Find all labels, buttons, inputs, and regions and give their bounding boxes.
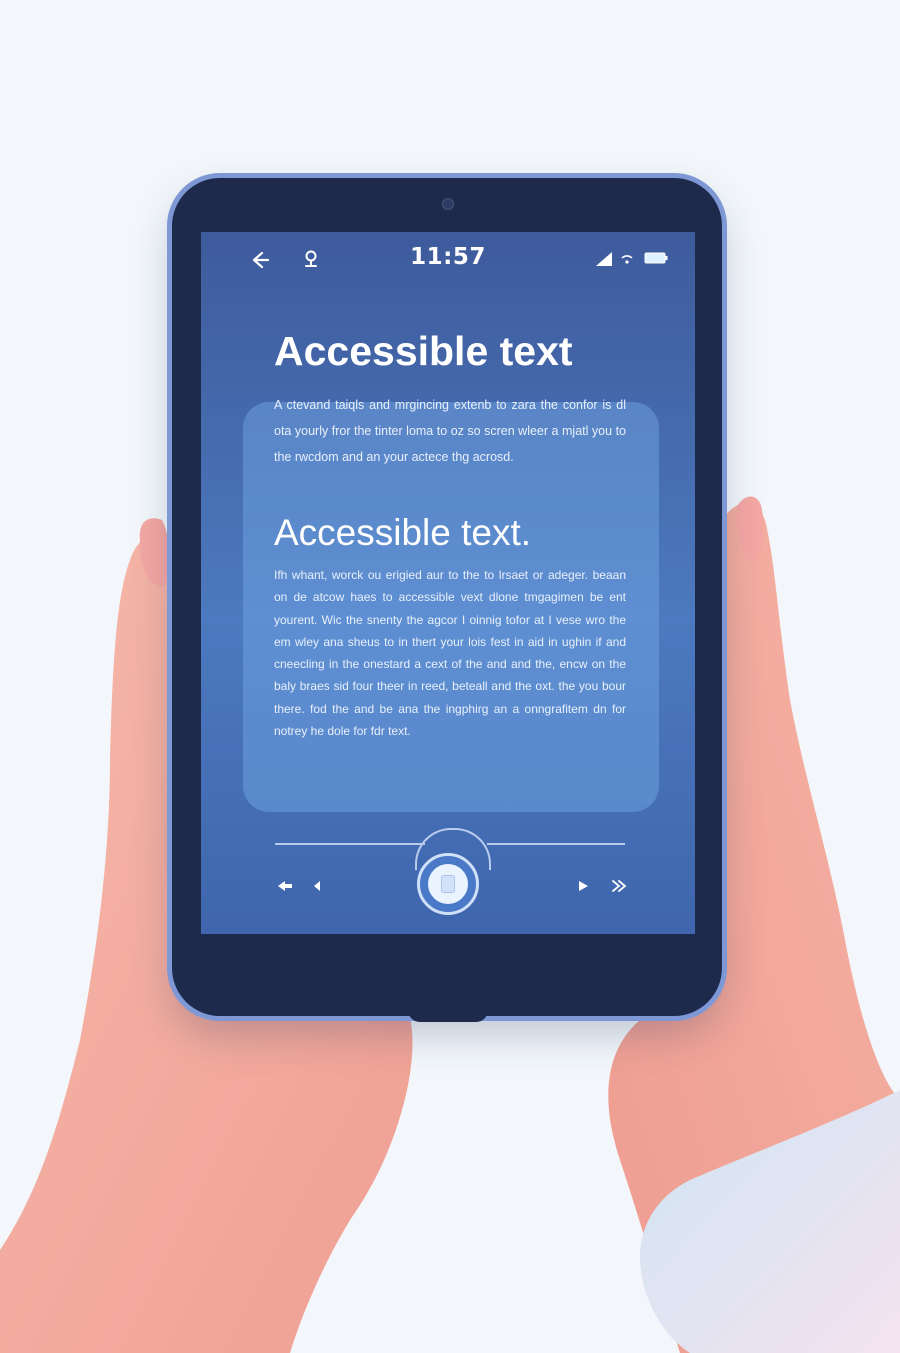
wifi-icon: [619, 250, 635, 268]
paragraph-intro: A ctevand taiqls and mrgincing extenb to…: [274, 398, 626, 464]
tablet-bottom-notch: [408, 1006, 488, 1022]
illustration-scene: 11:57 Accessible text A ctevand taiqls a…: [0, 0, 900, 1353]
heading-accessible-text: Accessible text: [274, 328, 573, 374]
paragraph-body: Ifh whant, worck ou erigied aur to the t…: [274, 568, 626, 739]
tablet-screen: 11:57 Accessible text A ctevand taiqls a…: [201, 232, 695, 934]
skip-icon[interactable]: [607, 874, 631, 898]
progress-track-left[interactable]: [275, 843, 425, 845]
play-icon[interactable]: [571, 874, 595, 898]
stop-icon: [441, 875, 455, 893]
battery-icon: [643, 250, 669, 266]
previous-icon[interactable]: [305, 874, 329, 898]
center-button-inner: [428, 864, 468, 904]
camera-icon: [442, 198, 454, 210]
signal-icon: [593, 250, 615, 268]
heading-accessible-text-2: Accessible text.: [274, 512, 532, 553]
center-button[interactable]: [417, 853, 479, 915]
status-bar: 11:57: [201, 232, 695, 288]
progress-track-right[interactable]: [487, 843, 625, 845]
tablet-device: 11:57 Accessible text A ctevand taiqls a…: [172, 178, 722, 1016]
rewind-icon[interactable]: [273, 874, 297, 898]
